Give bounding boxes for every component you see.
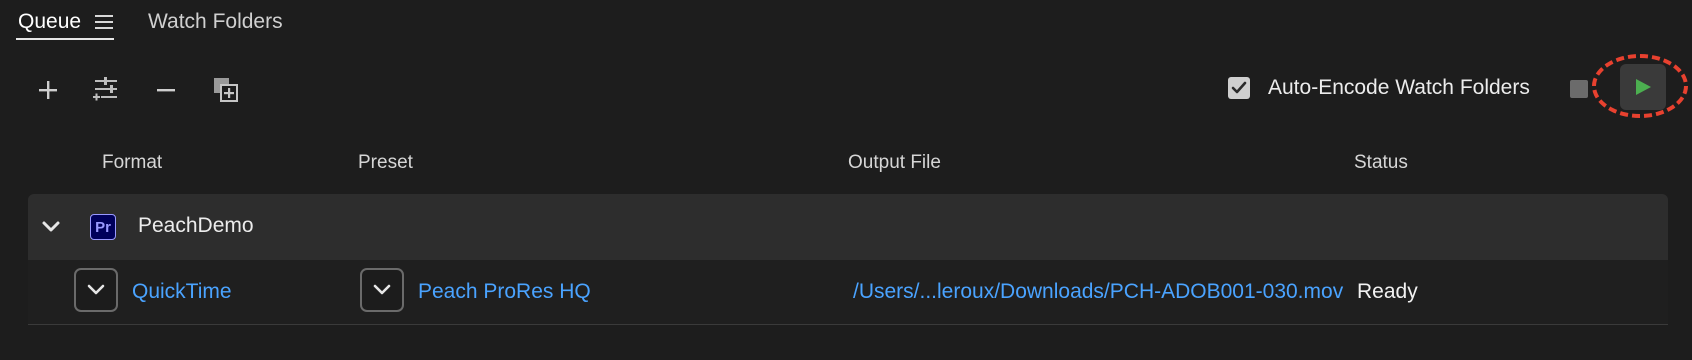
tab-bar: Queue Watch Folders [0, 0, 1692, 44]
chevron-down-icon [87, 284, 105, 295]
status-text: Ready [1357, 280, 1418, 303]
queue-toolbar: Auto-Encode Watch Folders [0, 54, 1692, 118]
stop-button[interactable] [1570, 80, 1588, 98]
column-header-output-file[interactable]: Output File [848, 152, 941, 174]
auto-encode-checkbox[interactable] [1228, 77, 1250, 99]
chevron-down-icon[interactable] [38, 214, 64, 240]
tab-queue-label: Queue [18, 10, 82, 33]
format-link[interactable]: QuickTime [132, 280, 232, 304]
queue-group-name: PeachDemo [138, 214, 254, 237]
queue-group-row[interactable]: Pr PeachDemo [28, 194, 1668, 261]
duplicate-button[interactable] [208, 72, 244, 108]
queue-item-row[interactable]: QuickTime Peach ProRes HQ /Users/...lero… [28, 260, 1668, 325]
auto-encode-label: Auto-Encode Watch Folders [1268, 76, 1530, 99]
remove-icon [157, 89, 175, 92]
chevron-down-icon [373, 284, 391, 295]
add-icon [39, 81, 57, 99]
play-icon [1636, 79, 1651, 95]
encode-queue-list: Pr PeachDemo QuickTime Peach ProRes HQ /… [28, 194, 1668, 360]
premiere-pro-icon: Pr [90, 214, 116, 240]
column-header-preset[interactable]: Preset [358, 152, 413, 174]
preset-dropdown-button[interactable] [360, 268, 404, 312]
tab-queue[interactable]: Queue [18, 6, 114, 38]
preset-settings-icon [93, 77, 117, 101]
remove-button[interactable] [148, 72, 184, 108]
menu-icon[interactable] [95, 15, 114, 29]
queue-panel: Queue Watch Folders Auto-Encode Watch Fo… [0, 0, 1692, 360]
format-dropdown-button[interactable] [74, 268, 118, 312]
auto-encode-watch-folders-toggle[interactable]: Auto-Encode Watch Folders [1228, 76, 1530, 100]
preset-link[interactable]: Peach ProRes HQ [418, 280, 591, 304]
checkmark-icon [1231, 81, 1247, 94]
duplicate-icon [214, 78, 238, 102]
add-button[interactable] [30, 72, 66, 108]
empty-queue-area [28, 325, 1668, 360]
active-tab-indicator [16, 38, 114, 40]
tab-watch-folders-label: Watch Folders [148, 10, 283, 33]
tab-watch-folders[interactable]: Watch Folders [148, 6, 283, 38]
column-header-status[interactable]: Status [1354, 152, 1408, 174]
preset-settings-button[interactable] [88, 72, 124, 108]
output-file-link[interactable]: /Users/...leroux/Downloads/PCH-ADOB001-0… [853, 280, 1343, 304]
column-header-format[interactable]: Format [102, 152, 162, 174]
start-queue-button[interactable] [1620, 64, 1666, 110]
